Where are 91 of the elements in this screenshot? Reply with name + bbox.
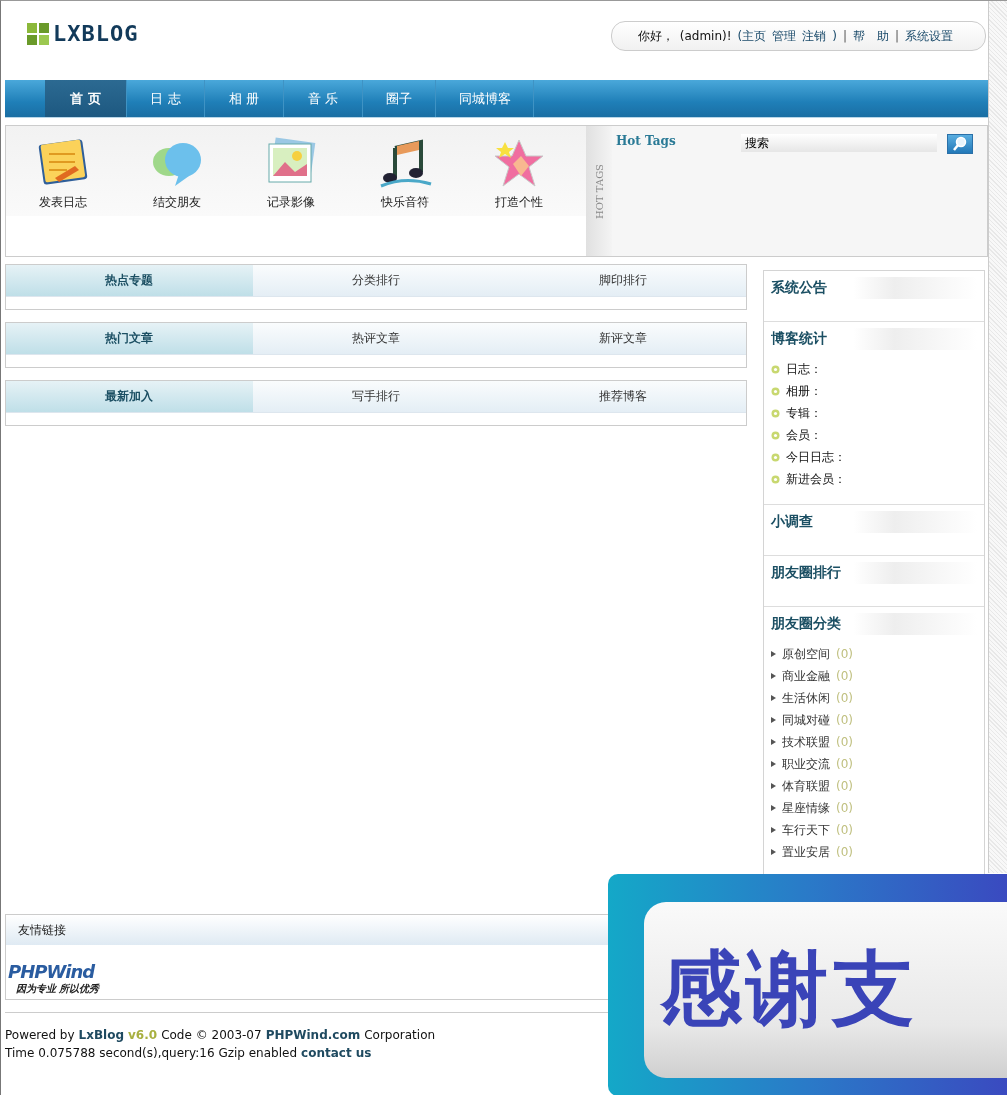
logo-name: PHPWind [8,961,96,982]
panel-tab[interactable]: 脚印排行 [499,265,746,297]
chevron-icon [771,739,776,745]
chevron-icon [771,827,776,833]
chevron-icon [771,717,776,723]
quick-link[interactable]: 结交朋友 [120,126,234,211]
user-link[interactable]: 帮 助 [852,27,889,45]
stat-label: 相册： [786,382,822,400]
chevron-icon [771,651,776,657]
stat-label: 专辑： [786,404,822,422]
nav-tab[interactable]: 圈子 [363,80,436,117]
bullet-icon [771,408,780,418]
category-count: (0) [836,669,853,683]
category-link[interactable]: 星座情缘 [782,799,830,817]
panel-tab[interactable]: 新评文章 [499,323,746,355]
quick-link[interactable]: 发表日志 [6,126,120,211]
footer-text: Powered by [5,1028,75,1042]
panel-tab[interactable]: 热点专题 [6,265,253,297]
category-count: (0) [836,823,853,837]
quick-link[interactable]: 快乐音符 [348,126,462,211]
category-count: (0) [836,735,853,749]
greeting-text: 你好， [637,27,674,45]
category-count: (0) [836,713,853,727]
footer-text: Code © 2003-07 [161,1028,262,1042]
nav-tab[interactable]: 相 册 [205,80,284,117]
user-link[interactable]: ) [832,29,837,43]
quick-link[interactable]: 打造个性 [462,126,576,211]
footer-text: Time 0.075788 second(s),query:16 Gzip enabled [5,1046,298,1060]
nav-tab[interactable]: 首 页 [45,80,127,117]
chevron-icon [771,695,776,701]
footer-link[interactable]: LxBlog [78,1028,125,1042]
bullet-icon [771,452,780,462]
logo-slogan: 因为专业 所以优秀 [16,982,100,996]
version-text: v6.0 [128,1028,158,1042]
partner-logo[interactable]: PHPWind 因为专业 所以优秀 [8,961,100,996]
user-link[interactable]: 注销 [802,27,827,45]
quick-link[interactable]: 记录影像 [234,126,348,211]
panel-tab[interactable]: 推荐博客 [499,381,746,413]
user-link[interactable]: 系统设置 [905,27,953,45]
category-link[interactable]: 商业金融 [782,667,830,685]
footer-link[interactable]: contact us [301,1046,372,1060]
category-link[interactable]: 体育联盟 [782,777,830,795]
logo-text[interactable]: LXBLOG [53,21,139,46]
greeting-text: (admin)! [679,29,732,43]
category-count: (0) [836,845,853,859]
stat-label: 会员： [786,426,822,444]
bullet-icon [771,430,780,440]
chevron-icon [771,761,776,767]
search-icon [952,136,968,152]
stat-label: 新进会员： [786,470,846,488]
nav-tab[interactable]: 同城博客 [436,80,534,117]
panel-tab[interactable]: 分类排行 [252,265,500,297]
chevron-icon [771,673,776,679]
nav-tab[interactable]: 日 志 [127,80,205,117]
bullet-icon [771,364,780,374]
panel-tab[interactable]: 热评文章 [252,323,500,355]
category-link[interactable]: 同城对碰 [782,711,830,729]
search-button[interactable] [947,134,973,154]
category-count: (0) [836,647,853,661]
chevron-icon [771,783,776,789]
user-link[interactable]: (主页 [737,27,767,45]
chevron-icon [771,849,776,855]
stat-label: 今日日志： [786,448,846,466]
bullet-icon [771,386,780,396]
separator-text: | [894,29,899,43]
chevron-icon [771,805,776,811]
scrollbar[interactable] [988,1,1007,873]
category-count: (0) [836,779,853,793]
side-label: HOT TAGS [593,163,605,219]
category-link[interactable]: 技术联盟 [782,733,830,751]
logo-icon [27,22,49,45]
panel-tab[interactable]: 写手排行 [252,381,500,413]
footer-text: Corporation [364,1028,436,1042]
hot-tags-title: Hot Tags [616,134,677,148]
stat-label: 日志： [786,360,822,378]
category-link[interactable]: 置业安居 [782,843,830,861]
search-field[interactable]: 搜索 [741,134,937,152]
user-link[interactable]: 管理 [772,27,797,45]
footer-link[interactable]: PHPWind.com [265,1028,361,1042]
separator-text: | [842,29,847,43]
category-count: (0) [836,691,853,705]
category-count: (0) [836,801,853,815]
category-link[interactable]: 职业交流 [782,755,830,773]
panel-tab[interactable]: 最新加入 [6,381,253,413]
category-link[interactable]: 生活休闲 [782,689,830,707]
bullet-icon [771,474,780,484]
category-count: (0) [836,757,853,771]
category-link[interactable]: 原创空间 [782,645,830,663]
category-link[interactable]: 车行天下 [782,821,830,839]
panel-tab[interactable]: 热门文章 [6,323,253,355]
nav-tab[interactable]: 音 乐 [284,80,363,117]
